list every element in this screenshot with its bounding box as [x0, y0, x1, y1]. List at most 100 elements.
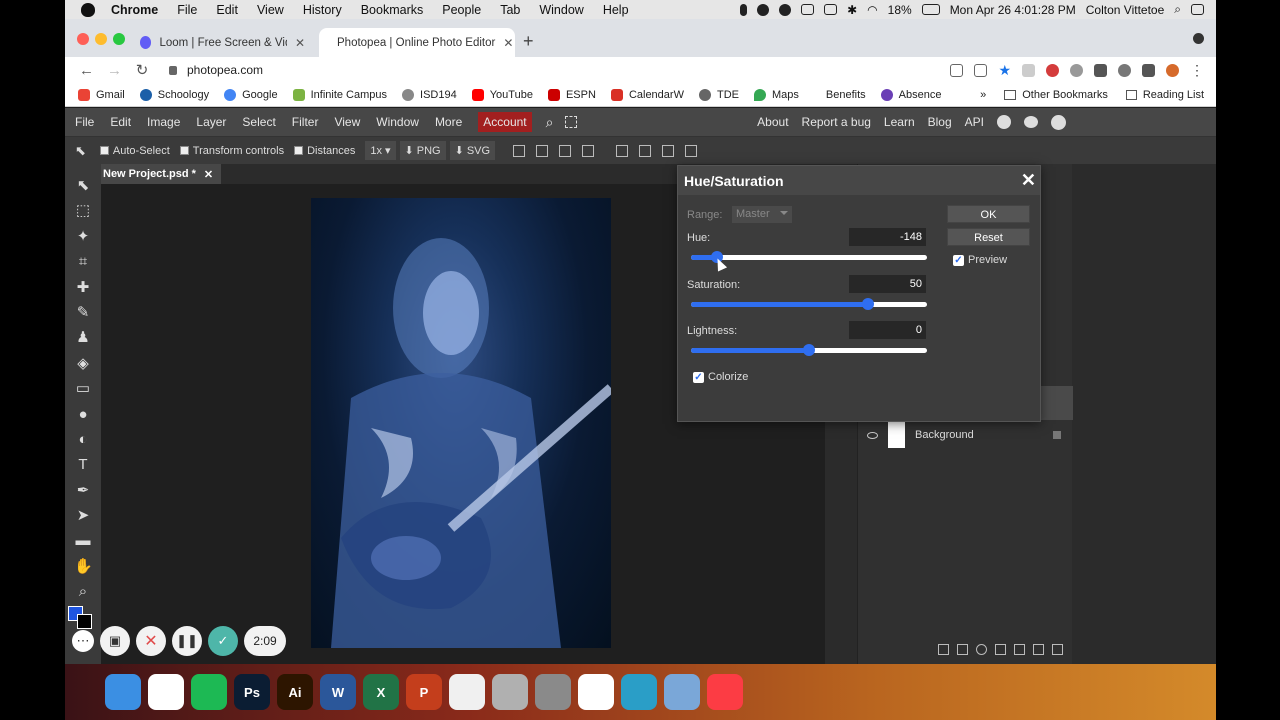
- menu-bookmarks[interactable]: Bookmarks: [361, 3, 424, 17]
- extensions-puzzle-icon[interactable]: [1142, 63, 1155, 77]
- wifi-icon[interactable]: ◠: [867, 3, 877, 17]
- bookmark-star-icon[interactable]: ★: [998, 62, 1011, 79]
- microphone-icon[interactable]: [740, 3, 748, 16]
- menu-help[interactable]: Help: [603, 3, 629, 17]
- minimize-window-button[interactable]: [95, 33, 107, 45]
- dodge-tool-icon[interactable]: ◐: [74, 431, 92, 448]
- hue-slider[interactable]: [691, 251, 927, 263]
- range-select[interactable]: Master: [732, 206, 792, 223]
- reddit-icon[interactable]: [997, 115, 1011, 129]
- extension-refresh-icon[interactable]: [1070, 63, 1083, 77]
- magic-wand-tool-icon[interactable]: ✦: [74, 228, 92, 245]
- omnibox[interactable]: photopea.com: [169, 63, 263, 77]
- link-blog[interactable]: Blog: [928, 115, 952, 129]
- tab-close-icon[interactable]: ✕: [295, 36, 305, 50]
- transform-controls-option[interactable]: Transform controls: [179, 145, 284, 157]
- dock-photoshop-icon[interactable]: Ps: [234, 674, 270, 710]
- preview-label[interactable]: Preview: [968, 254, 1007, 266]
- pp-menu-image[interactable]: Image: [147, 115, 180, 129]
- close-icon[interactable]: ✕: [1021, 170, 1036, 191]
- menu-edit[interactable]: Edit: [216, 3, 238, 17]
- draw-toggle-icon[interactable]: ▣: [100, 626, 130, 656]
- battery-icon[interactable]: [921, 4, 940, 15]
- dock-music-icon[interactable]: [707, 674, 743, 710]
- distances-checkbox[interactable]: [294, 146, 304, 155]
- install-app-icon[interactable]: [974, 63, 988, 77]
- url-text[interactable]: photopea.com: [187, 63, 263, 77]
- new-layer-icon[interactable]: [1033, 644, 1044, 655]
- finish-recording-button[interactable]: ✓: [208, 626, 238, 656]
- shape-tool-icon[interactable]: ▬: [74, 533, 92, 549]
- photo-guitarist-image[interactable]: [311, 198, 611, 648]
- path-select-tool-icon[interactable]: ➤: [74, 508, 92, 524]
- hand-tool-icon[interactable]: ✋: [74, 558, 93, 575]
- pp-menu-window[interactable]: Window: [376, 115, 419, 129]
- dock-illustrator-icon[interactable]: Ai: [277, 674, 313, 710]
- more-options-icon[interactable]: ⋯: [72, 630, 94, 652]
- extension-hand-icon[interactable]: [1022, 63, 1035, 77]
- dock-chrome-icon[interactable]: [148, 674, 184, 710]
- slider-handle[interactable]: [862, 298, 874, 310]
- clone-stamp-tool-icon[interactable]: ♟: [74, 330, 92, 346]
- colorize-checkbox[interactable]: ✓: [693, 372, 704, 383]
- dock-photos-icon[interactable]: [449, 674, 485, 710]
- back-button[interactable]: ←: [79, 62, 94, 79]
- bookmark-benefits[interactable]: Benefits: [826, 89, 866, 101]
- crop-tool-icon[interactable]: ⌗: [74, 254, 92, 270]
- dock-powerpoint-icon[interactable]: P: [406, 674, 442, 710]
- clock[interactable]: Mon Apr 26 4:01:28 PM: [950, 3, 1076, 17]
- creative-cloud-icon[interactable]: [779, 3, 792, 16]
- bookmark-tde[interactable]: TDE: [698, 88, 739, 101]
- dock-system-preferences-icon[interactable]: [535, 674, 571, 710]
- healing-tool-icon[interactable]: ✚: [74, 279, 92, 296]
- loom-status-icon[interactable]: [757, 3, 770, 16]
- account-button[interactable]: Account: [478, 112, 532, 132]
- menu-people[interactable]: People: [442, 3, 481, 17]
- pp-menu-view[interactable]: View: [334, 115, 360, 129]
- pp-menu-edit[interactable]: Edit: [110, 115, 131, 129]
- cancel-recording-button[interactable]: ✕: [136, 626, 166, 656]
- auto-select-option[interactable]: Auto-Select: [99, 145, 170, 157]
- dock-excel-icon[interactable]: X: [363, 674, 399, 710]
- trash-icon[interactable]: [1052, 644, 1063, 655]
- link-learn[interactable]: Learn: [884, 115, 915, 129]
- pen-tool-icon[interactable]: ✒: [74, 482, 92, 499]
- dock-word-icon[interactable]: W: [320, 674, 356, 710]
- link-report-bug[interactable]: Report a bug: [802, 115, 871, 129]
- bookmark-google[interactable]: Google: [224, 88, 278, 101]
- spotlight-icon[interactable]: ⌕: [1174, 2, 1181, 17]
- mask-icon[interactable]: [995, 644, 1006, 655]
- bookmark-isd194[interactable]: ISD194: [402, 88, 457, 101]
- airplay-icon[interactable]: [801, 4, 815, 15]
- apple-icon[interactable]: [81, 2, 95, 17]
- menu-app[interactable]: Chrome: [111, 3, 158, 17]
- bookmark-calendarw[interactable]: CalendarW: [610, 88, 684, 101]
- gradient-tool-icon[interactable]: ▭: [74, 381, 92, 397]
- align-middle-icon[interactable]: [639, 144, 652, 157]
- twitter-icon[interactable]: [1024, 116, 1038, 128]
- align-top-icon[interactable]: [616, 144, 629, 157]
- control-center-icon[interactable]: [1191, 4, 1204, 15]
- bookmark-youtube[interactable]: YouTube: [471, 88, 533, 101]
- slider-handle[interactable]: [803, 344, 815, 356]
- tab-loom[interactable]: Loom | Free Screen & Video Re ✕: [130, 28, 315, 57]
- link-layers-icon[interactable]: [938, 644, 949, 655]
- user-name[interactable]: Colton Vittetoe: [1086, 3, 1165, 17]
- blur-tool-icon[interactable]: ●: [74, 406, 92, 423]
- tab-close-icon[interactable]: ✕: [503, 36, 513, 50]
- bluetooth-icon[interactable]: ✱: [847, 3, 857, 17]
- reset-button[interactable]: Reset: [947, 228, 1030, 246]
- close-icon[interactable]: ✕: [204, 168, 213, 181]
- reading-list[interactable]: Reading List: [1125, 89, 1204, 101]
- zoom-select[interactable]: 1x ▾: [365, 141, 396, 160]
- type-tool-icon[interactable]: T: [74, 457, 92, 473]
- layer-background[interactable]: Background: [858, 419, 1073, 451]
- eraser-tool-icon[interactable]: ◈: [74, 355, 92, 372]
- close-window-button[interactable]: [77, 33, 89, 45]
- dock-finder-icon[interactable]: [105, 674, 141, 710]
- distribute-horizontal-icon[interactable]: [582, 144, 595, 157]
- clipboard-icon[interactable]: [950, 63, 964, 77]
- lock-icon[interactable]: [1053, 431, 1061, 439]
- zoom-tool-icon[interactable]: ⌕: [74, 584, 92, 600]
- saturation-input[interactable]: 50: [849, 275, 926, 293]
